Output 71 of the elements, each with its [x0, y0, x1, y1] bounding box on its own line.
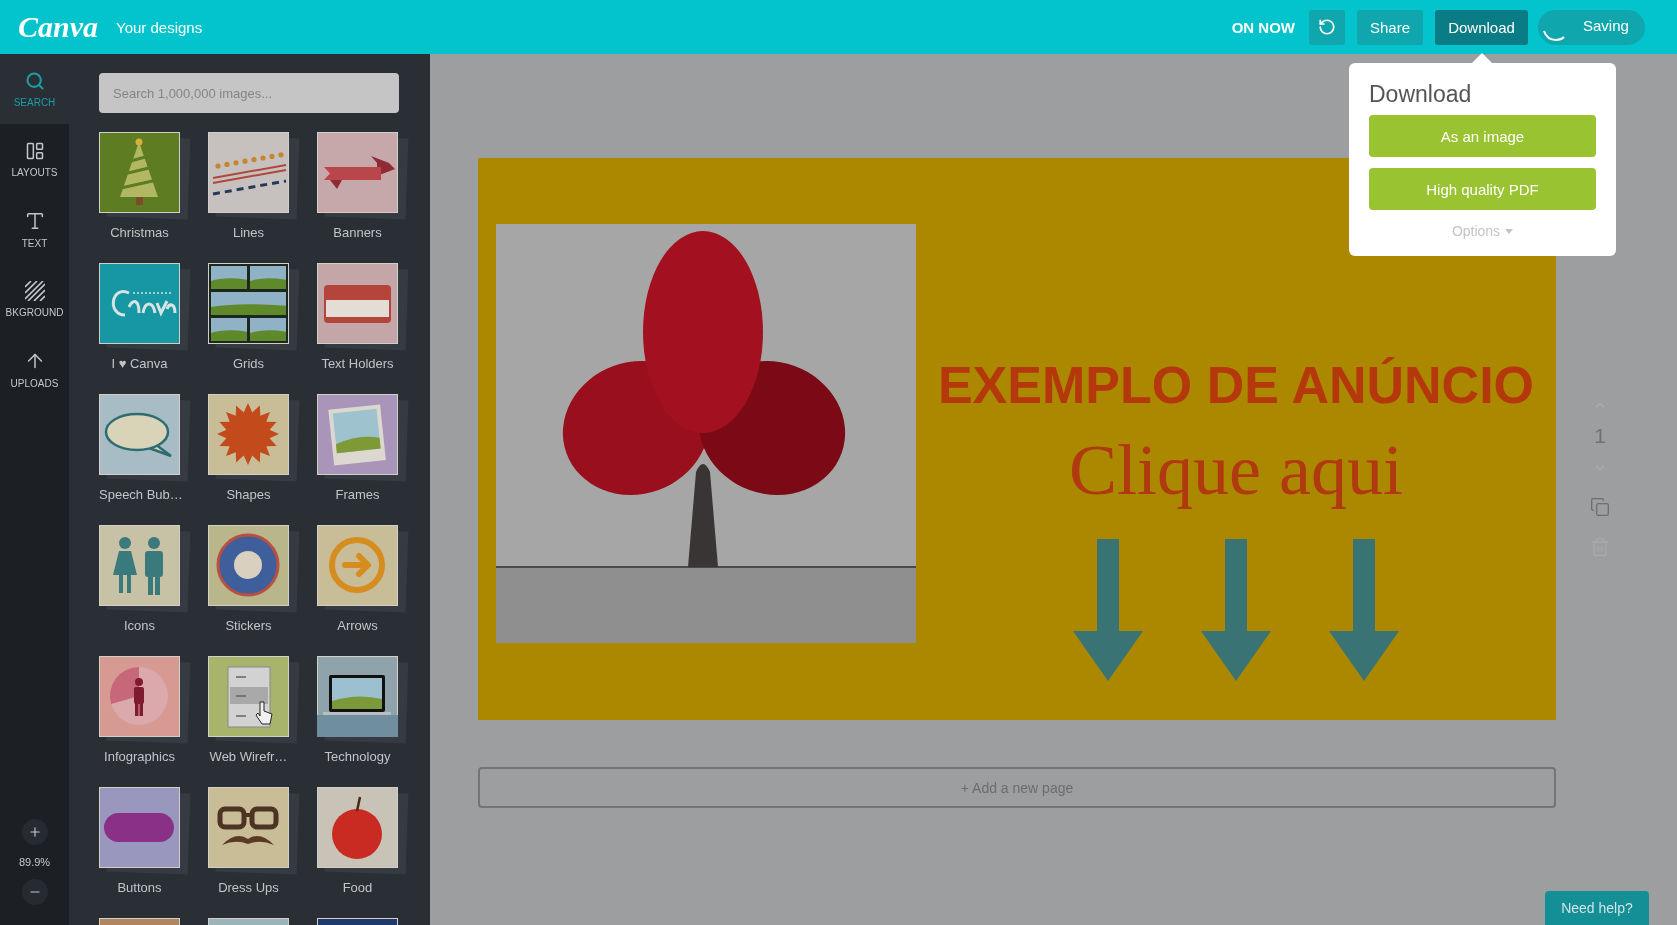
category-label: Text Holders	[321, 356, 394, 371]
search-field[interactable]: Search 1,000,000 images...	[99, 73, 399, 113]
category-label: Banners	[333, 225, 382, 240]
frame-thumbnail[interactable]	[317, 394, 410, 482]
category-label: Christmas	[110, 225, 169, 240]
tile-thumbnail[interactable]	[208, 918, 289, 925]
caret-down-icon	[1505, 228, 1514, 234]
category-label: Icons	[123, 618, 156, 633]
category-label: Speech Bub…	[99, 487, 183, 502]
headline-text: EXEMPLO DE ANÚNCIO	[937, 359, 1535, 411]
tree-thumbnail[interactable]	[99, 132, 192, 220]
sticker-thumbnail[interactable]	[208, 525, 301, 613]
arrow-thumbnail[interactable]	[317, 525, 410, 613]
laptop-thumbnail[interactable]	[317, 656, 410, 744]
down-arrow-icon	[1329, 539, 1399, 681]
grid-thumbnail[interactable]	[208, 263, 301, 351]
category-label: Grids	[232, 356, 265, 371]
download-option-button[interactable]: High quality PDF	[1369, 168, 1596, 210]
sidebar-tab[interactable]: TEXT	[0, 194, 69, 264]
category-label: Shapes	[226, 487, 271, 502]
category-label: Stickers	[225, 618, 272, 633]
wireframe-thumbnail[interactable]	[208, 656, 301, 744]
undo-icon	[1318, 18, 1336, 36]
starburst-thumbnail[interactable]	[208, 394, 301, 482]
hatch-icon	[24, 280, 45, 301]
logo[interactable]: Canva	[18, 12, 98, 42]
share-button[interactable]: Share	[1357, 9, 1423, 45]
tile-thumbnail[interactable]	[99, 918, 180, 925]
category-label: Frames	[335, 487, 380, 502]
zoom-out-button[interactable]	[21, 879, 48, 905]
category-label: Web Wirefr…	[209, 749, 288, 764]
zoom-level: 89.9%	[18, 856, 51, 868]
layout-icon	[24, 140, 45, 161]
down-arrow-icon	[1201, 539, 1271, 681]
download-button[interactable]: Download	[1435, 9, 1528, 45]
down-arrow-icon	[1073, 539, 1143, 681]
nametag-thumbnail[interactable]	[317, 263, 410, 351]
script-thumbnail[interactable]	[99, 263, 192, 351]
category-label: Technology	[324, 749, 391, 764]
options-link[interactable]: Options	[1451, 223, 1514, 239]
status-text: ON NOW	[1231, 18, 1295, 36]
category-label: I ♥ Canva	[111, 356, 168, 371]
category-label: Lines	[232, 225, 265, 240]
category-label: Food	[342, 880, 373, 895]
category-label: Arrows	[337, 618, 378, 633]
apple-thumbnail[interactable]	[317, 787, 410, 875]
plus-icon	[27, 825, 42, 839]
bubble-thumbnail[interactable]	[99, 394, 192, 482]
people-thumbnail[interactable]	[99, 525, 192, 613]
zoom-in-button[interactable]	[21, 819, 48, 845]
ribbon-thumbnail[interactable]	[317, 132, 410, 220]
category-label: Buttons	[117, 880, 162, 895]
search-icon	[24, 70, 45, 91]
nav-link[interactable]: Your designs	[116, 18, 203, 36]
undo-button[interactable]	[1309, 9, 1345, 45]
glasses-thumbnail[interactable]	[208, 787, 301, 875]
saving-label: Saving	[1583, 16, 1629, 34]
lines-thumbnail[interactable]	[208, 132, 301, 220]
tile-thumbnail[interactable]	[317, 918, 398, 925]
download-option-button[interactable]: As an image	[1369, 115, 1596, 157]
category-label: Infographics	[104, 749, 175, 764]
sidebar-tab[interactable]: UPLOADS	[0, 334, 69, 404]
infographic-thumbnail[interactable]	[99, 656, 192, 744]
pill-thumbnail[interactable]	[99, 787, 192, 875]
help-button[interactable]: Need help?	[1545, 891, 1649, 925]
sidebar-tab[interactable]: LAYOUTS	[0, 124, 69, 194]
menu-title: Download	[1369, 80, 1473, 109]
spinner-icon	[1543, 29, 1565, 41]
sidebar-tab[interactable]: SEARCH	[0, 54, 69, 124]
sidebar-tab[interactable]: BKGROUND	[0, 264, 69, 334]
category-label: Dress Ups	[218, 880, 279, 895]
